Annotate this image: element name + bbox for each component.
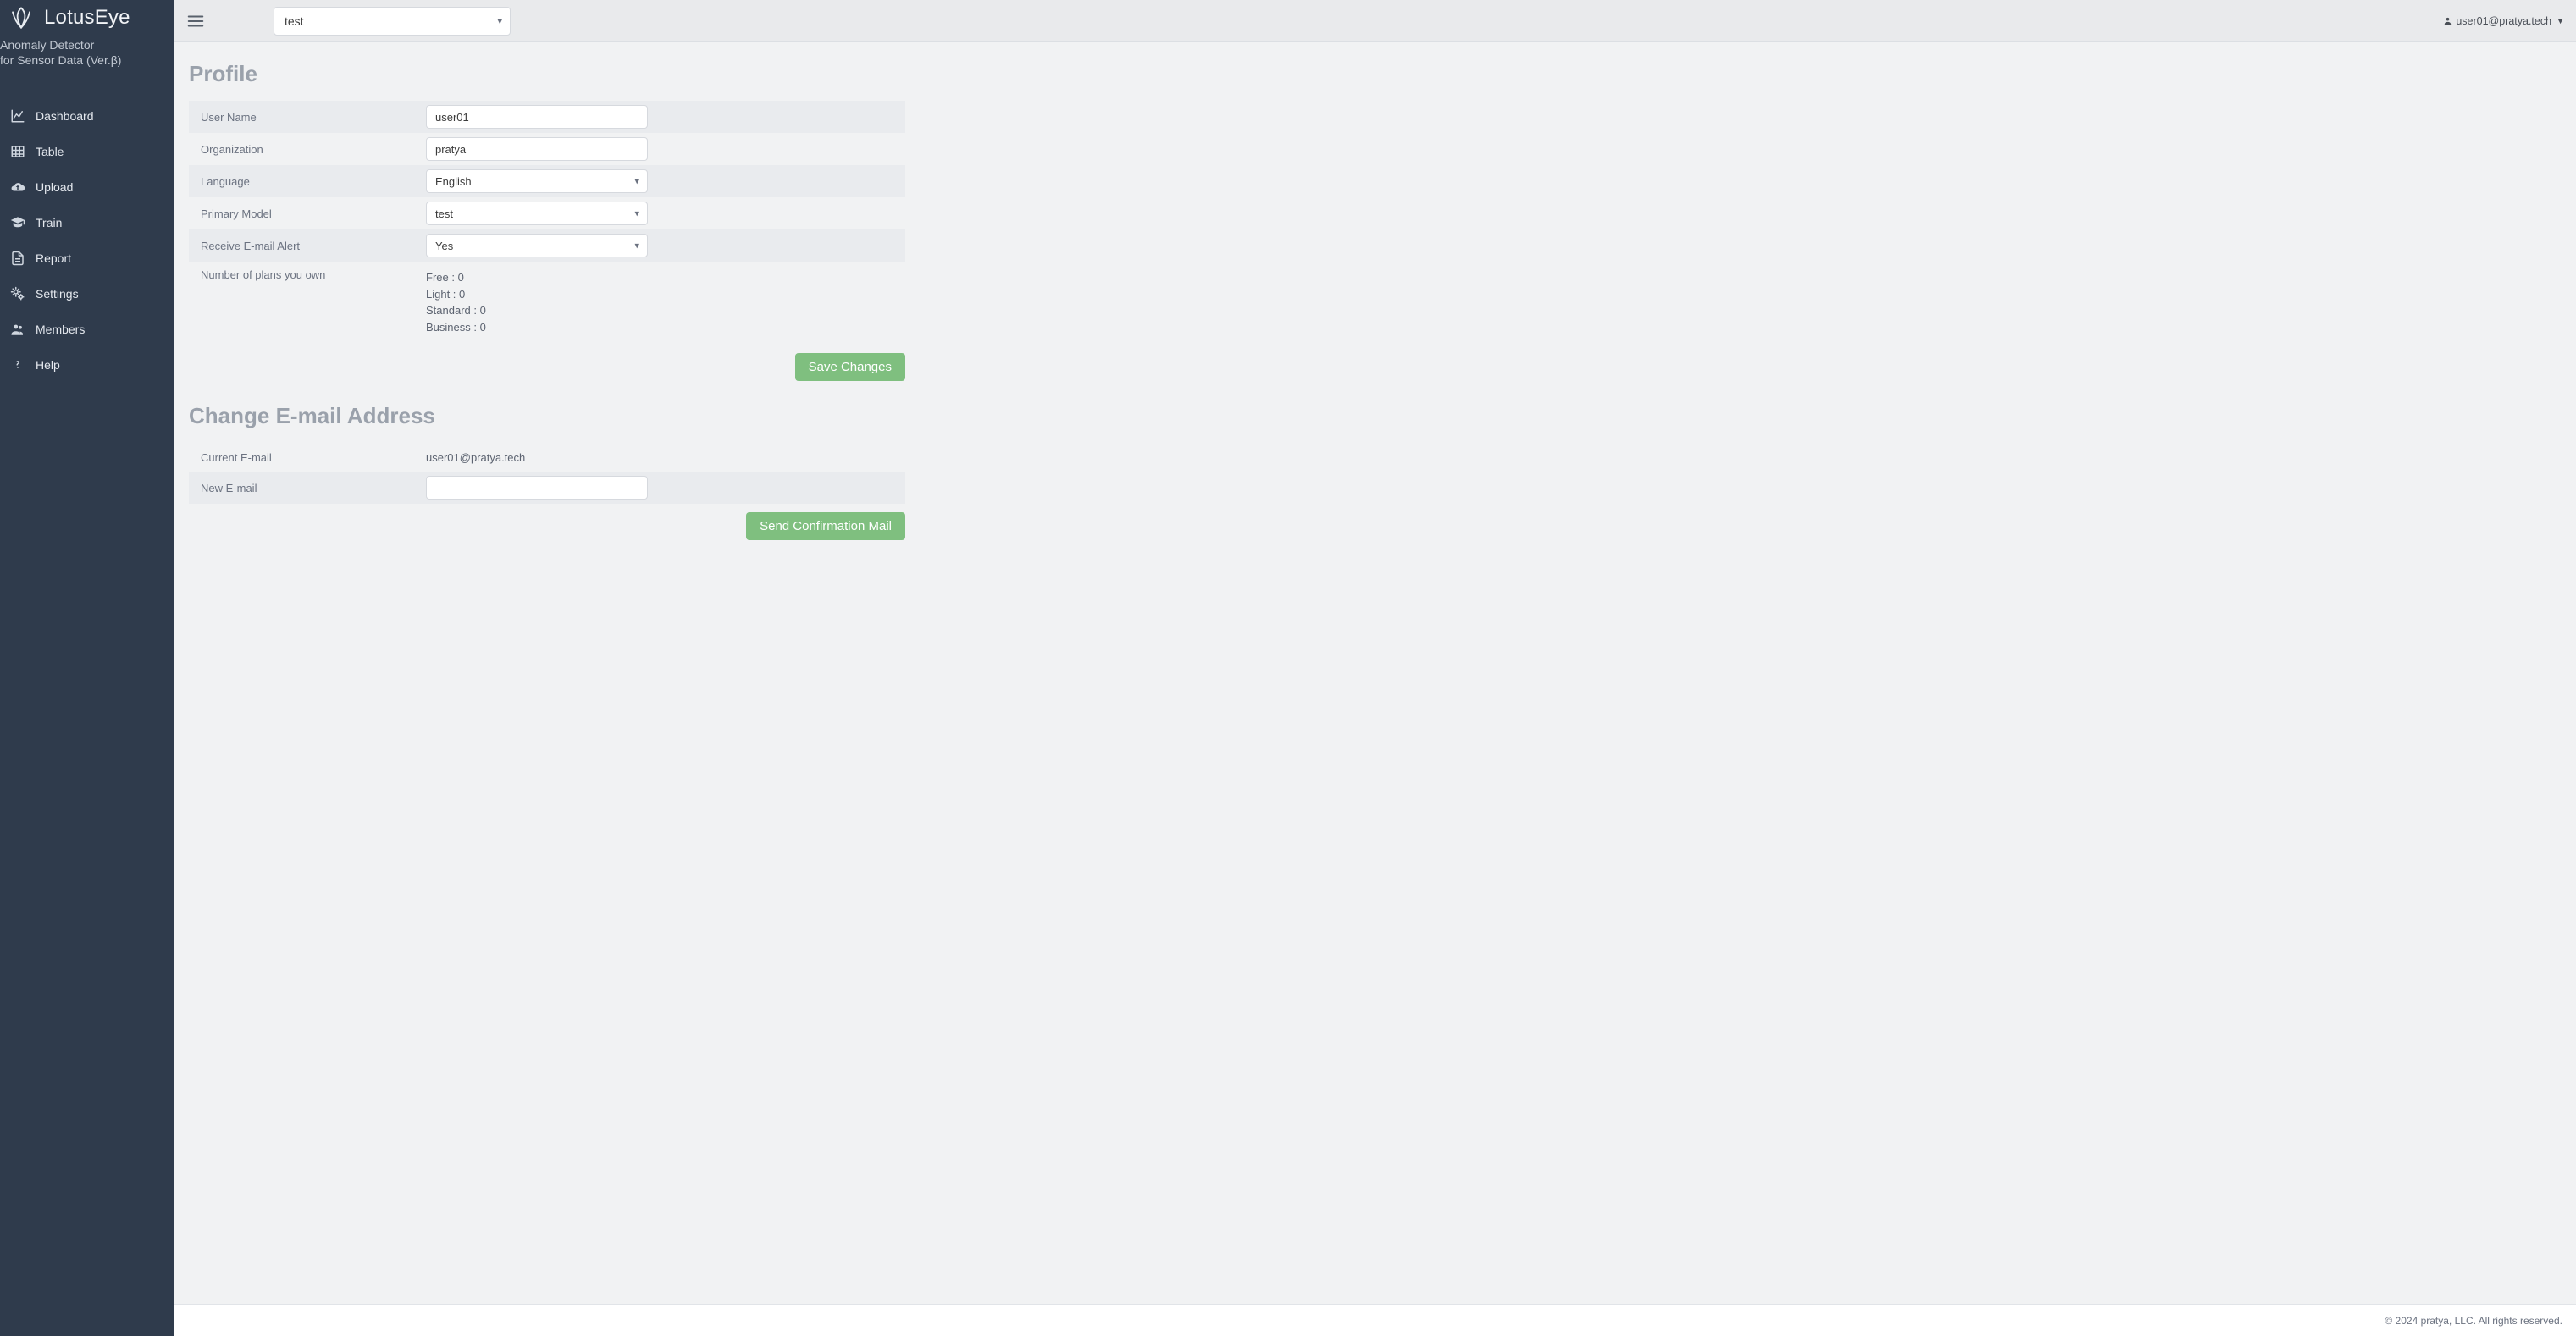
sidebar-item-dashboard[interactable]: Dashboard [0,98,174,134]
email-actions: Send Confirmation Mail [189,512,905,540]
graduation-cap-icon [10,215,25,230]
brand-tagline: Anomaly Detector for Sensor Data (Ver.β) [0,37,174,85]
value-receive-alert: Yes ▾ [426,231,905,260]
label-primary-model: Primary Model [189,207,426,220]
table-icon [10,144,25,159]
label-new-email: New E-mail [189,482,426,494]
caret-down-icon: ▼ [2557,17,2564,25]
row-new-email: New E-mail [189,472,905,504]
profile-title: Profile [189,61,2561,87]
row-user-name: User Name [189,101,905,133]
row-organization: Organization [189,133,905,165]
sidebar-item-help[interactable]: Help [0,347,174,383]
value-primary-model: test ▾ [426,199,905,228]
value-current-email: user01@pratya.tech [426,449,905,466]
sidebar: LotusEye Anomaly Detector for Sensor Dat… [0,0,174,1336]
menu-toggle-icon[interactable] [185,12,206,30]
user-icon [2443,16,2452,26]
brand-tagline-line1: Anomaly Detector [0,38,94,52]
save-changes-button[interactable]: Save Changes [795,353,905,381]
question-icon [10,357,25,373]
receive-alert-select[interactable]: Yes [426,234,648,257]
footer-copyright: © 2024 pratya, LLC. All rights reserved. [2385,1315,2562,1327]
plan-business: Business : 0 [426,319,900,336]
label-user-name: User Name [189,111,426,124]
row-plans: Number of plans you own Free : 0 Light :… [189,262,905,345]
row-receive-alert: Receive E-mail Alert Yes ▾ [189,229,905,262]
footer: © 2024 pratya, LLC. All rights reserved. [174,1304,2576,1336]
chart-line-icon [10,108,25,124]
label-organization: Organization [189,143,426,156]
email-title: Change E-mail Address [189,403,2561,429]
brand-tagline-line2: for Sensor Data (Ver.β) [0,53,121,67]
main: Profile User Name Organization Language [174,0,2576,1336]
value-organization [426,135,905,163]
sidebar-item-label: Train [36,216,62,229]
primary-model-select[interactable]: test [426,202,648,225]
row-language: Language English ▾ [189,165,905,197]
user-menu[interactable]: user01@pratya.tech ▼ [2443,15,2564,27]
label-language: Language [189,175,426,188]
row-current-email: Current E-mail user01@pratya.tech [189,443,905,472]
profile-panel: User Name Organization Language English [189,101,905,345]
gears-icon [10,286,25,301]
value-language: English ▾ [426,167,905,196]
sidebar-item-upload[interactable]: Upload [0,169,174,205]
organization-input[interactable] [426,137,648,161]
sidebar-item-settings[interactable]: Settings [0,276,174,312]
label-current-email: Current E-mail [189,451,426,464]
top-model-select[interactable]: test [274,7,511,36]
language-select[interactable]: English [426,169,648,193]
send-confirmation-button[interactable]: Send Confirmation Mail [746,512,905,540]
sidebar-item-report[interactable]: Report [0,240,174,276]
profile-actions: Save Changes [189,353,905,381]
cloud-upload-icon [10,179,25,195]
user-name-input[interactable] [426,105,648,129]
brand: LotusEye [0,5,174,34]
sidebar-item-label: Dashboard [36,109,94,123]
sidebar-item-label: Members [36,323,85,336]
sidebar-item-label: Report [36,251,71,265]
email-panel: Current E-mail user01@pratya.tech New E-… [189,443,905,504]
content: Profile User Name Organization Language [174,42,2576,1304]
sidebar-nav: Dashboard Table Upload Train Report [0,98,174,383]
label-plans: Number of plans you own [189,267,426,281]
sidebar-item-label: Settings [36,287,79,301]
file-icon [10,251,25,266]
sidebar-item-members[interactable]: Members [0,312,174,347]
brand-name: LotusEye [44,6,130,30]
sidebar-item-label: Upload [36,180,73,194]
value-plans: Free : 0 Light : 0 Standard : 0 Business… [426,267,905,338]
users-icon [10,322,25,337]
topbar: test ▾ user01@pratya.tech ▼ [174,0,2576,42]
plan-standard: Standard : 0 [426,302,900,319]
value-user-name [426,102,905,131]
plan-free: Free : 0 [426,269,900,286]
user-email: user01@pratya.tech [2456,15,2551,27]
brand-logo-icon [7,5,36,30]
label-receive-alert: Receive E-mail Alert [189,240,426,252]
sidebar-item-label: Help [36,358,60,372]
sidebar-item-label: Table [36,145,64,158]
row-primary-model: Primary Model test ▾ [189,197,905,229]
new-email-input[interactable] [426,476,648,500]
top-model-select-wrap: test ▾ [274,7,511,36]
sidebar-item-table[interactable]: Table [0,134,174,169]
value-new-email [426,473,905,502]
sidebar-item-train[interactable]: Train [0,205,174,240]
plan-light: Light : 0 [426,286,900,303]
